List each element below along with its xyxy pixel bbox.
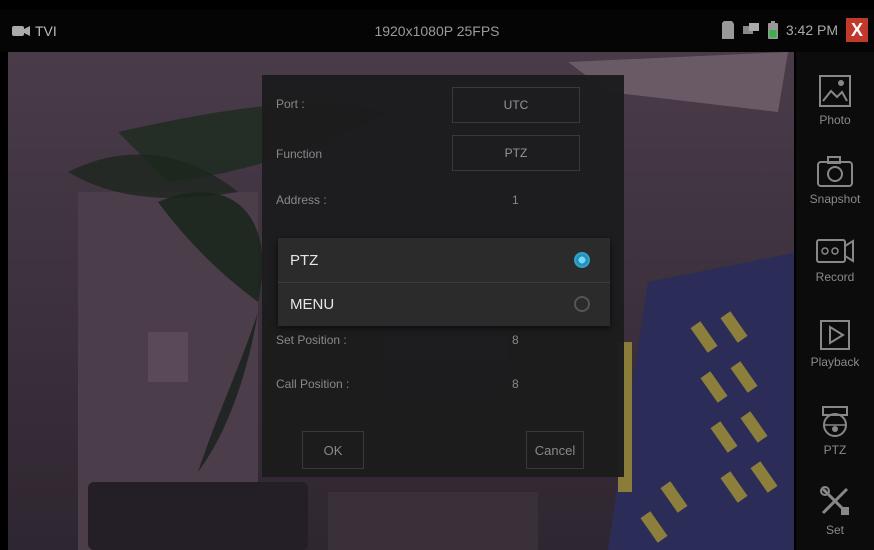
radio-selected-icon[interactable] xyxy=(574,252,590,268)
status-bar: TVI 1920x1080P 25FPS 3:42 PM X xyxy=(0,10,874,52)
sidebar-label-playback: Playback xyxy=(810,355,860,369)
option-ptz-label: PTZ xyxy=(290,251,319,269)
camera-icon xyxy=(817,156,853,187)
battery-icon xyxy=(767,21,778,39)
camera-mode-icon xyxy=(12,26,30,36)
call-position-label: Call Position : xyxy=(276,377,350,391)
function-select[interactable]: PTZ xyxy=(452,135,580,171)
ptz-icon xyxy=(822,406,848,437)
clock: 3:42 PM xyxy=(785,22,838,38)
network-icon xyxy=(742,23,759,34)
port-select[interactable]: UTC xyxy=(452,87,580,123)
call-position-value[interactable]: 8 xyxy=(512,377,519,391)
sidebar-item-set[interactable]: Set xyxy=(796,470,874,550)
set-position-label: Set Position : xyxy=(276,333,347,347)
record-icon xyxy=(816,239,854,263)
set-position-value[interactable]: 8 xyxy=(512,333,519,347)
option-menu[interactable]: MENU xyxy=(278,282,610,326)
option-menu-label: MENU xyxy=(290,295,335,313)
sidebar-item-record[interactable]: Record xyxy=(796,220,874,300)
close-button[interactable]: X xyxy=(846,18,868,42)
function-options-popup: PTZ MENU xyxy=(278,238,610,326)
sidebar-label-ptz: PTZ xyxy=(823,443,847,457)
address-label: Address : xyxy=(276,193,327,207)
sidebar-item-ptz[interactable]: PTZ xyxy=(796,390,874,470)
sidebar-item-snapshot[interactable]: Snapshot xyxy=(796,140,874,220)
ok-button[interactable]: OK xyxy=(302,431,364,469)
close-icon: X xyxy=(850,19,863,40)
cancel-button[interactable]: Cancel xyxy=(526,431,584,469)
sd-card-icon xyxy=(721,21,734,39)
sidebar-label-photo: Photo xyxy=(819,113,851,127)
sidebar-item-playback[interactable]: Playback xyxy=(796,304,874,384)
option-ptz[interactable]: PTZ xyxy=(278,238,610,282)
sidebar-item-photo[interactable]: Photo xyxy=(796,60,874,140)
mode-indicator: TVI xyxy=(12,23,57,39)
radio-unselected-icon[interactable] xyxy=(574,296,590,312)
function-label: Function xyxy=(276,147,323,161)
mode-label: TVI xyxy=(35,23,57,39)
photo-icon xyxy=(819,75,851,107)
sidebar-label-set: Set xyxy=(825,523,844,537)
port-label: Port : xyxy=(276,97,305,111)
sidebar-label-snapshot: Snapshot xyxy=(809,192,861,206)
sidebar-label-record: Record xyxy=(815,270,855,284)
address-value[interactable]: 1 xyxy=(512,193,519,207)
tool-sidebar: Photo Snapshot Record Playback PTZ Set xyxy=(796,52,874,550)
playback-icon xyxy=(820,320,850,350)
tools-icon xyxy=(820,486,849,515)
